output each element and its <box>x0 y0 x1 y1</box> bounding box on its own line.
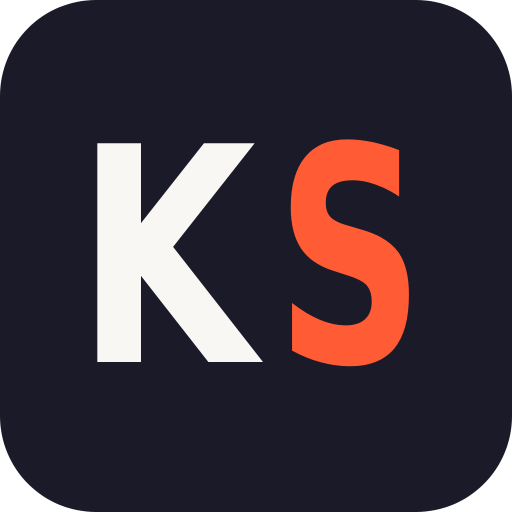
logo-letter-s: S <box>276 84 424 433</box>
app-icon: K S <box>0 0 512 512</box>
logo-letter-k: K <box>76 84 265 433</box>
monogram-logo: K S <box>76 84 424 433</box>
